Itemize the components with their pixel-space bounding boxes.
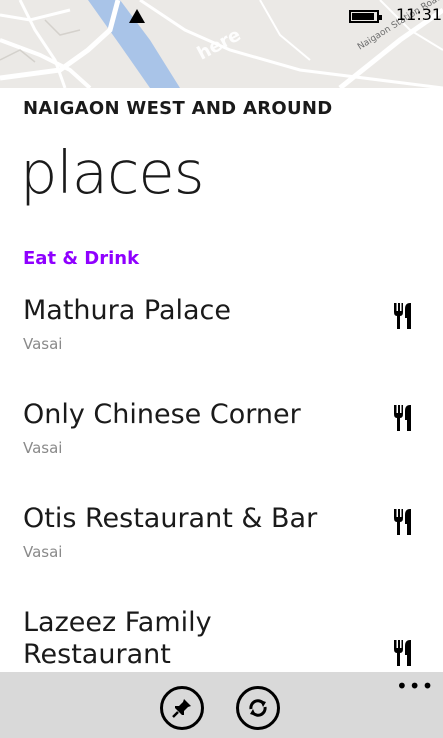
battery-nub (379, 15, 382, 20)
status-bar: 11:31 (0, 0, 443, 32)
place-name: Only Chinese Corner (23, 399, 301, 430)
list-item-place[interactable]: Otis Restaurant & Bar Vasai (0, 503, 443, 599)
refresh-icon (249, 699, 267, 717)
place-locality: Vasai (23, 439, 63, 457)
list-item-place[interactable]: Only Chinese Corner Vasai (0, 399, 443, 495)
battery-level (352, 13, 375, 20)
more-options-button[interactable]: ••• (396, 674, 434, 698)
page-title: places (20, 138, 204, 207)
cutlery-icon (394, 405, 411, 431)
place-locality: Vasai (23, 543, 63, 561)
pin-to-start-button[interactable] (160, 686, 204, 730)
app-bar: ••• (0, 672, 443, 738)
cutlery-icon (394, 303, 411, 329)
place-locality: Vasai (23, 335, 63, 353)
clock: 11:31 (396, 5, 443, 24)
cutlery-icon (394, 640, 411, 666)
pin-icon (172, 699, 191, 718)
place-name: Lazeez Family Restaurant (23, 607, 212, 670)
cutlery-icon (394, 509, 411, 535)
section-header-eat-drink: Eat & Drink (23, 248, 140, 269)
place-name: Otis Restaurant & Bar (23, 503, 318, 534)
refresh-button[interactable] (236, 686, 280, 730)
list-item-place[interactable]: Mathura Palace Vasai (0, 295, 443, 391)
signal-icon (129, 9, 145, 23)
list-item-place[interactable]: Lazeez Family Restaurant (0, 607, 443, 677)
battery-icon (349, 10, 382, 23)
place-name: Mathura Palace (23, 295, 231, 326)
region-title: NAIGAON WEST AND AROUND (23, 98, 333, 119)
